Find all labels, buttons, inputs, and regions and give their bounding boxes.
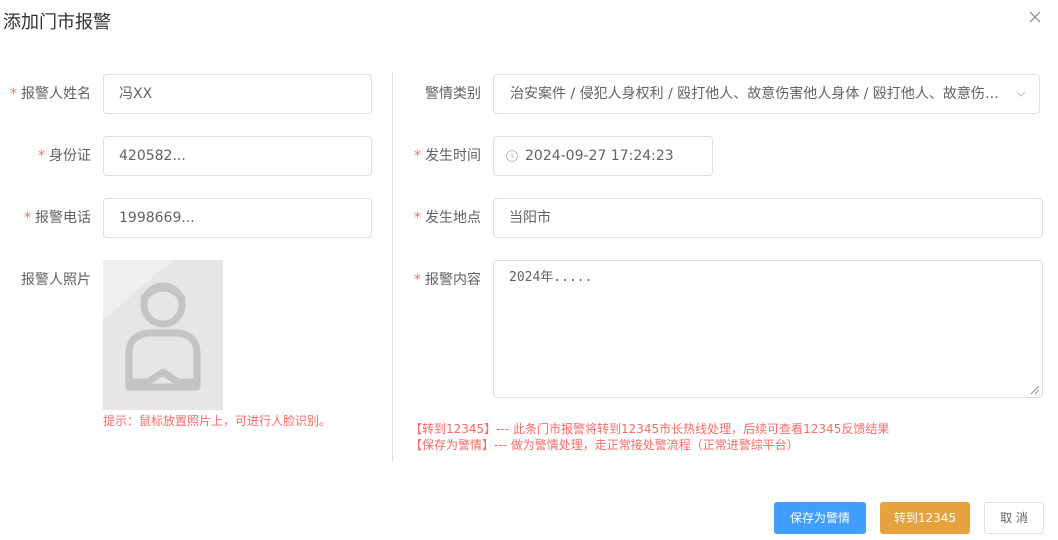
dialog-title: 添加门市报警	[3, 12, 111, 33]
location-value: 当阳市	[509, 210, 551, 226]
category-value: 治安案件 / 侵犯人身权利 / 殴打他人、故意伤害他人身体 / 殴打他人、故意伤…	[510, 86, 1010, 102]
clock-icon	[505, 149, 519, 163]
reporter-name-label-text: 报警人姓名	[21, 86, 91, 102]
save-alert-note: 【保存为警情】--- 做为警情处理，走正常接处警流程（正常进警综平台）	[410, 438, 799, 452]
content-label-text: 报警内容	[425, 272, 481, 288]
location-label-text: 发生地点	[425, 210, 481, 226]
id-card-label: * 身份证	[0, 146, 91, 166]
phone-label: * 报警电话	[0, 208, 91, 228]
required-mark: *	[10, 86, 17, 102]
required-mark: *	[24, 210, 31, 226]
save-as-alert-button[interactable]: 保存为警情	[774, 502, 866, 534]
phone-value: 1998669...	[119, 210, 195, 226]
reporter-name-value: 冯XX	[119, 86, 153, 102]
id-card-value: 420582...	[119, 148, 186, 164]
phone-label-text: 报警电话	[35, 210, 91, 226]
transfer-note: 【转到12345】--- 此条门市报警将转到12345市长热线处理，后续可查看1…	[410, 422, 890, 436]
resize-handle-icon[interactable]	[1030, 385, 1040, 395]
required-mark: *	[414, 210, 421, 226]
phone-input[interactable]: 1998669...	[103, 198, 372, 238]
photo-hint: 提示：鼠标放置照片上，可进行人脸识别。	[103, 414, 332, 428]
chevron-down-icon	[1016, 91, 1026, 97]
avatar-placeholder-icon	[103, 260, 223, 410]
required-mark: *	[38, 148, 45, 164]
id-card-label-text: 身份证	[49, 148, 91, 164]
required-mark: *	[414, 272, 421, 288]
location-input[interactable]: 当阳市	[493, 198, 1043, 238]
id-card-input[interactable]: 420582...	[103, 136, 372, 176]
category-label-text: 警情类别	[425, 86, 481, 102]
column-divider	[392, 72, 393, 462]
reporter-name-input[interactable]: 冯XX	[103, 74, 372, 114]
photo-label-text: 报警人照片	[21, 272, 91, 288]
content-value: 2024年.....	[509, 270, 593, 285]
occur-time-value: 2024-09-27 17:24:23	[525, 148, 674, 164]
photo-label: 报警人照片	[0, 270, 91, 290]
reporter-name-label: * 报警人姓名	[0, 84, 91, 104]
occur-time-label-text: 发生时间	[425, 148, 481, 164]
occur-time-picker[interactable]: 2024-09-27 17:24:23	[493, 136, 713, 176]
content-label: * 报警内容	[390, 270, 481, 290]
occur-time-label: * 发生时间	[390, 146, 481, 166]
category-label: 警情类别	[390, 84, 481, 104]
category-select[interactable]: 治安案件 / 侵犯人身权利 / 殴打他人、故意伤害他人身体 / 殴打他人、故意伤…	[493, 74, 1040, 114]
cancel-button[interactable]: 取 消	[984, 502, 1044, 534]
transfer-12345-button[interactable]: 转到12345	[880, 502, 970, 534]
location-label: * 发生地点	[390, 208, 481, 228]
content-textarea[interactable]: 2024年.....	[493, 260, 1043, 398]
reporter-photo[interactable]	[103, 260, 223, 410]
close-icon[interactable]	[1026, 8, 1044, 26]
required-mark: *	[414, 148, 421, 164]
